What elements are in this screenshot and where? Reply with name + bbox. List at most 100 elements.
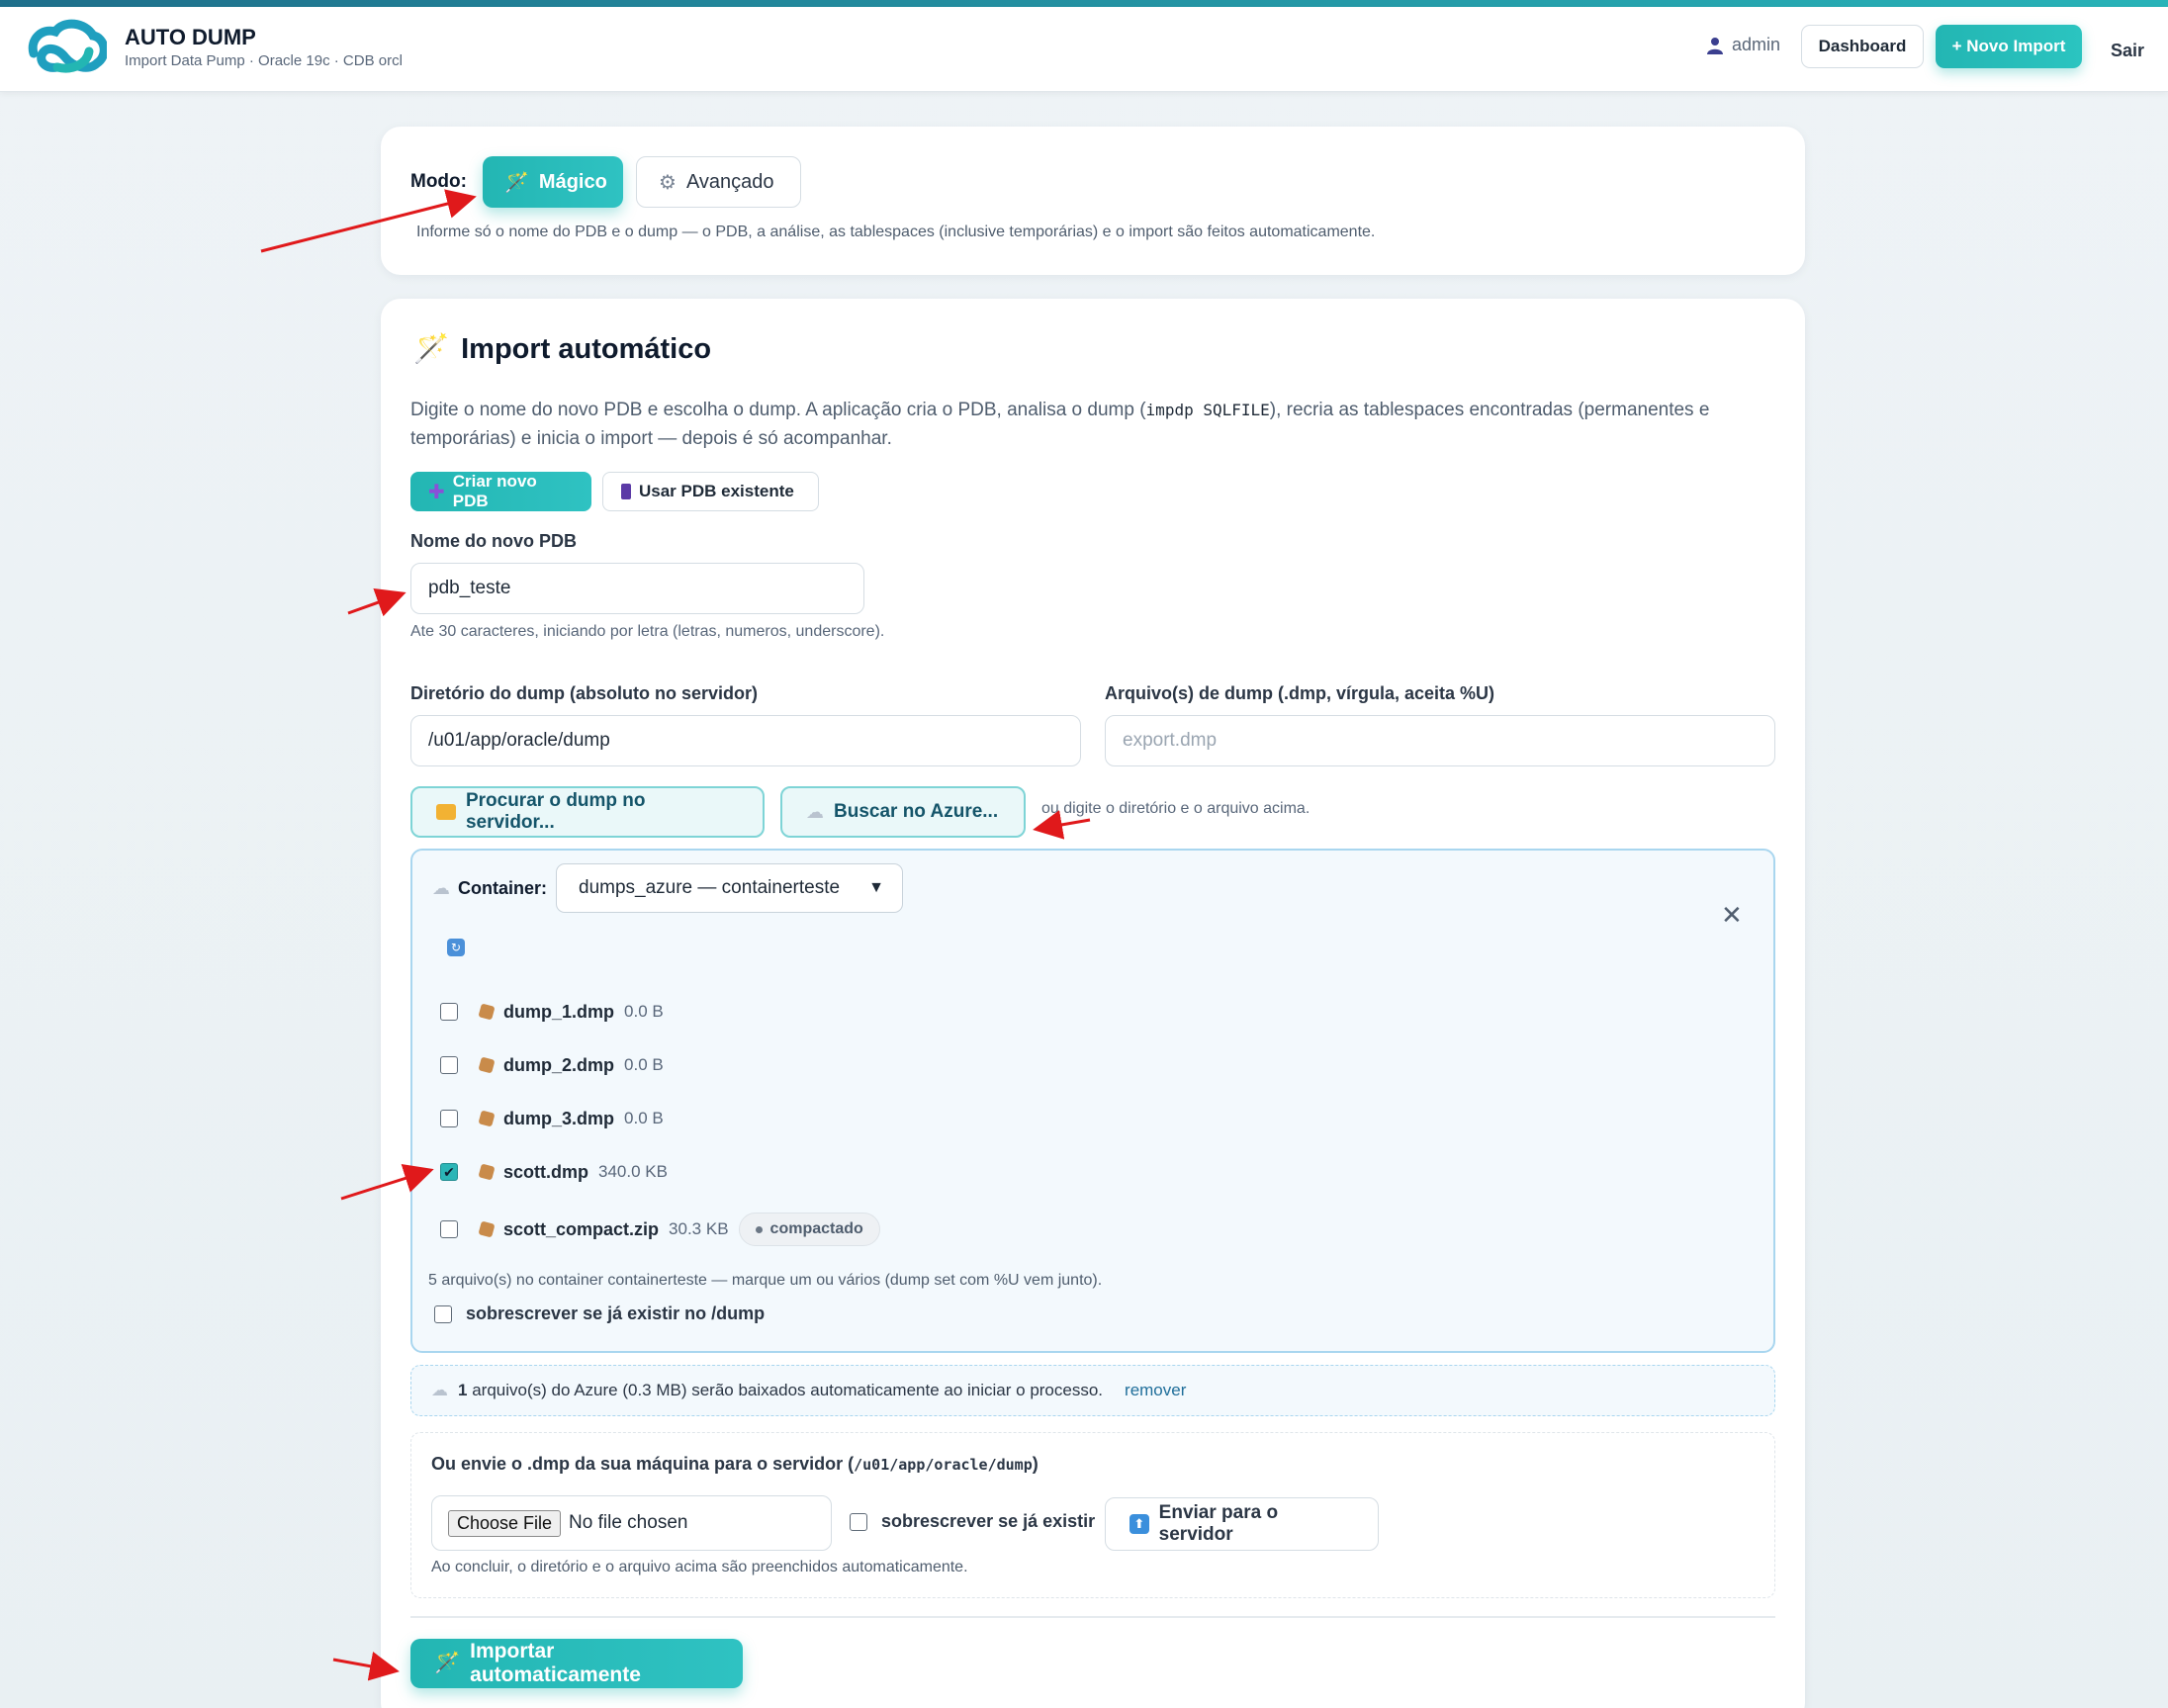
cloud-icon: ☁ <box>431 1381 448 1399</box>
mode-label: Modo: <box>410 171 467 192</box>
browse-azure-button[interactable]: ☁ Buscar no Azure... <box>780 786 1026 838</box>
azure-download-info: ☁ 1 arquivo(s) do Azure (0.3 MB) serão b… <box>410 1365 1775 1416</box>
file-row[interactable]: dump_3.dmp 0.0 B <box>440 1104 664 1133</box>
novo-import-button[interactable]: + Novo Import <box>1936 25 2082 68</box>
dump-file-label: Arquivo(s) de dump (.dmp, vírgula, aceit… <box>1105 683 1495 703</box>
browse-hint: ou digite o diretório e o arquivo acima. <box>1041 800 1310 817</box>
container-select[interactable]: dumps_azure — containerteste ▼ <box>556 863 903 913</box>
mode-avancado-button[interactable]: ⚙ Avançado <box>636 156 801 208</box>
file-name: dump_1.dmp <box>503 1001 615 1022</box>
file-checkbox[interactable] <box>440 1110 458 1127</box>
usar-pdb-label: Usar PDB existente <box>639 482 794 500</box>
file-row[interactable]: dump_1.dmp 0.0 B <box>440 997 664 1027</box>
dump-dir-input[interactable]: /u01/app/oracle/dump <box>410 715 1081 766</box>
dashboard-button[interactable]: Dashboard <box>1801 25 1924 68</box>
remove-link[interactable]: remover <box>1125 1381 1186 1400</box>
dump-dir-label: Diretório do dump (absoluto no servidor) <box>410 683 758 703</box>
criar-pdb-label: Criar novo PDB <box>452 472 537 510</box>
pdb-name-label: Nome do novo PDB <box>410 531 578 551</box>
info-text: 1 arquivo(s) do Azure (0.3 MB) serão bai… <box>458 1381 1103 1400</box>
logout-link[interactable]: Sair <box>2111 41 2144 61</box>
choose-file-button[interactable]: Choose File <box>448 1509 562 1537</box>
folder-icon <box>436 804 456 820</box>
file-size: 0.0 B <box>624 1055 664 1074</box>
overwrite-dump-option[interactable]: sobrescrever se já existir no /dump <box>434 1303 765 1324</box>
compactado-badge: compactado <box>738 1213 880 1246</box>
package-icon <box>478 1056 496 1074</box>
overwrite-checkbox[interactable] <box>434 1304 452 1323</box>
import-automatically-button[interactable]: 🪄 Importar automaticamente <box>410 1639 743 1688</box>
divider <box>410 1616 1775 1618</box>
navbar: AUTO DUMP Import Data Pump · Oracle 19c … <box>0 7 2168 92</box>
file-name: dump_3.dmp <box>503 1108 615 1128</box>
username: admin <box>1732 35 1781 54</box>
file-size: 30.3 KB <box>669 1219 729 1238</box>
file-checkbox[interactable] <box>440 1056 458 1074</box>
pdb-name-hint: Ate 30 caracteres, iniciando por letra (… <box>410 623 885 640</box>
mode-description: Informe só o nome do PDB e o dump — o PD… <box>416 224 1376 240</box>
upload-title-text: Ou envie o .dmp da sua máquina para o se… <box>431 1454 855 1474</box>
file-size: 0.0 B <box>624 1002 664 1021</box>
file-name: scott.dmp <box>503 1161 589 1182</box>
upload-title-end: ) <box>1032 1454 1039 1474</box>
magic-wand-icon: 🪄 <box>504 171 529 194</box>
badge-dot-icon <box>755 1225 763 1233</box>
mode-magico-button[interactable]: 🪄 Mágico <box>483 156 623 208</box>
file-checkbox[interactable] <box>440 1003 458 1021</box>
package-icon <box>478 1003 496 1021</box>
badge-label: compactado <box>769 1220 863 1237</box>
import-label: Importar automaticamente <box>470 1640 641 1686</box>
file-size: 340.0 KB <box>598 1162 668 1181</box>
user-icon <box>1707 37 1723 54</box>
cloud-logo-icon <box>28 19 107 73</box>
top-accent-bar <box>0 0 2168 7</box>
container-selected-value: dumps_azure — containerteste <box>579 877 841 898</box>
upload-overwrite-option[interactable]: sobrescrever se já existir <box>850 1511 1095 1532</box>
desc-part: Digite o nome do novo PDB e escolha o du… <box>410 400 1146 420</box>
browse-server-label: Procurar o dump no servidor... <box>465 790 646 833</box>
section-title-text: Import automático <box>461 332 712 365</box>
refresh-icon[interactable]: ↻ <box>447 939 465 956</box>
criar-pdb-button[interactable]: ✚ Criar novo PDB <box>410 472 591 511</box>
usar-pdb-button[interactable]: Usar PDB existente <box>602 472 819 511</box>
upload-title-code: /u01/app/oracle/dump <box>854 1456 1033 1474</box>
magic-wand-icon: 🪄 <box>434 1652 461 1674</box>
close-icon[interactable]: ✕ <box>1721 900 1743 931</box>
browse-server-button[interactable]: Procurar o dump no servidor... <box>410 786 765 838</box>
gear-icon: ⚙ <box>659 171 677 194</box>
file-picker[interactable]: Choose File No file chosen <box>431 1495 832 1551</box>
file-checkbox[interactable] <box>440 1220 458 1238</box>
overwrite-label: sobrescrever se já existir no /dump <box>466 1303 766 1323</box>
package-icon <box>478 1163 496 1181</box>
dump-file-input[interactable]: export.dmp <box>1105 715 1775 766</box>
file-name: scott_compact.zip <box>503 1218 660 1239</box>
section-title: 🪄 Import automático <box>413 332 711 366</box>
database-icon <box>621 484 631 499</box>
upload-hint: Ao concluir, o diretório e o arquivo aci… <box>431 1559 968 1575</box>
section-description: Digite o nome do novo PDB e escolha o du… <box>410 396 1775 453</box>
file-name: dump_2.dmp <box>503 1054 615 1075</box>
browse-azure-label: Buscar no Azure... <box>834 801 999 822</box>
package-icon <box>478 1220 496 1238</box>
pdb-name-input[interactable]: pdb_teste <box>410 563 864 614</box>
file-row[interactable]: scott_compact.zip 30.3 KB compactado <box>440 1213 880 1246</box>
container-label: ☁ Container: <box>432 878 547 899</box>
file-row[interactable]: ✔ scott.dmp 340.0 KB <box>440 1157 668 1187</box>
brand-subtitle: Import Data Pump · Oracle 19c · CDB orcl <box>125 52 403 69</box>
file-row[interactable]: dump_2.dmp 0.0 B <box>440 1050 664 1080</box>
no-file-label: No file chosen <box>569 1512 688 1533</box>
send-to-server-button[interactable]: ⬆ Enviar para o servidor <box>1105 1497 1379 1551</box>
package-icon <box>478 1110 496 1127</box>
file-checkbox-checked[interactable]: ✔ <box>440 1163 458 1181</box>
upload-arrow-icon: ⬆ <box>1129 1514 1149 1534</box>
mode-magico-label: Mágico <box>538 170 607 193</box>
cloud-icon: ☁ <box>806 801 824 822</box>
info-count: 1 <box>458 1381 468 1399</box>
upload-title: Ou envie o .dmp da sua máquina para o se… <box>431 1454 1039 1475</box>
desc-code: impdp SQLFILE <box>1145 401 1270 419</box>
upload-overwrite-checkbox[interactable] <box>850 1512 867 1531</box>
cloud-icon: ☁ <box>432 878 450 898</box>
chevron-down-icon: ▼ <box>868 879 884 896</box>
brand-title: AUTO DUMP <box>125 25 256 49</box>
mode-avancado-label: Avançado <box>685 170 774 193</box>
